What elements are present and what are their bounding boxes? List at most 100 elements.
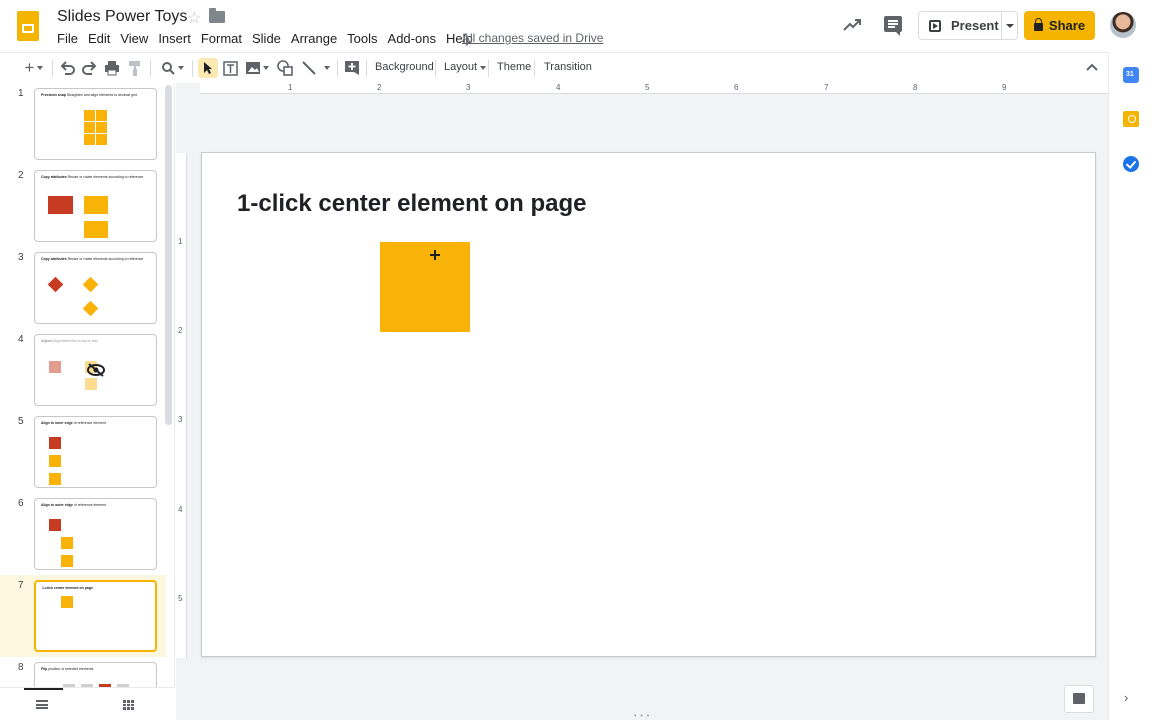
visibility-off-icon xyxy=(87,363,105,377)
ruler-label: 4 xyxy=(178,505,183,514)
present-dropdown-button[interactable] xyxy=(1001,11,1018,40)
shape-tool[interactable] xyxy=(276,58,294,78)
layout-label: Layout xyxy=(444,61,478,73)
ruler-label: 5 xyxy=(645,83,650,92)
menu-file[interactable]: File xyxy=(52,30,83,47)
slide-thumbnail-row-active[interactable]: 7 1-click center element on page xyxy=(0,575,166,657)
orange-square-shape[interactable] xyxy=(380,242,470,332)
line-icon xyxy=(302,61,316,75)
account-avatar[interactable] xyxy=(1110,12,1136,38)
slide-thumbnail-row[interactable]: 4 Adjust Align elements on top or rest xyxy=(0,329,166,411)
select-tool[interactable] xyxy=(198,58,218,78)
chevron-right-icon[interactable]: › xyxy=(1124,690,1128,705)
layout-button[interactable]: Layout xyxy=(444,61,487,73)
share-label: Share xyxy=(1048,18,1086,33)
line-tool[interactable] xyxy=(300,58,332,78)
slide-thumbnail-row[interactable]: 1 Precision snap Straighten and align el… xyxy=(0,83,166,165)
menu-insert[interactable]: Insert xyxy=(153,30,196,47)
new-slide-button[interactable]: + xyxy=(20,58,48,78)
slides-app: Slides Power Toys ☆ File Edit View Inser… xyxy=(0,0,1152,720)
ruler-label: 2 xyxy=(178,326,183,335)
transition-button[interactable]: Transition xyxy=(544,61,592,73)
insert-comment-button[interactable] xyxy=(343,58,361,78)
ruler-label: 1 xyxy=(288,83,293,92)
lock-icon xyxy=(1033,18,1043,31)
slide-thumbnail[interactable]: Copy attributes Resize or rotate element… xyxy=(34,252,157,324)
menu-arrange[interactable]: Arrange xyxy=(286,30,342,47)
ruler-label: 4 xyxy=(556,83,561,92)
slide-number: 1 xyxy=(18,88,24,99)
slide-thumbnail[interactable]: Copy attributes Resize or rotate element… xyxy=(34,170,157,242)
collapse-toolbar-icon[interactable] xyxy=(1085,58,1099,78)
theme-button[interactable]: Theme xyxy=(497,61,531,73)
plus-icon: + xyxy=(24,58,35,77)
grid-view-icon[interactable] xyxy=(123,700,134,710)
slides-logo-icon[interactable] xyxy=(17,11,39,41)
active-view-indicator xyxy=(24,688,63,690)
horizontal-ruler[interactable]: 1 2 3 4 5 6 7 8 9 xyxy=(200,83,1108,94)
ruler-label: 9 xyxy=(1002,83,1007,92)
vertical-ruler[interactable]: 1 2 3 4 5 xyxy=(176,153,187,658)
menu-edit[interactable]: Edit xyxy=(83,30,115,47)
filmstrip-view-switcher xyxy=(0,687,175,720)
slide-thumbnail-row[interactable]: 6 Align to outer edge of reference eleme… xyxy=(0,493,166,575)
slide-thumbnail[interactable]: Align to outer edge of reference element xyxy=(34,498,157,570)
redo-icon[interactable] xyxy=(81,58,99,78)
share-button[interactable]: Share xyxy=(1024,11,1095,40)
present-button[interactable]: Present xyxy=(918,11,1002,40)
slide-thumbnail-row[interactable]: 2 Copy attributes Resize or rotate eleme… xyxy=(0,165,166,247)
filmstrip: 1 Precision snap Straighten and align el… xyxy=(0,83,175,720)
save-status-link[interactable]: All changes saved in Drive xyxy=(462,31,603,45)
menu-tools[interactable]: Tools xyxy=(342,30,382,47)
slide-thumbnail[interactable]: Adjust Align elements on top or rest xyxy=(34,334,157,406)
menu-format[interactable]: Format xyxy=(196,30,247,47)
side-panel xyxy=(1108,52,1152,720)
ruler-label: 2 xyxy=(377,83,382,92)
slide-number: 2 xyxy=(18,170,24,181)
document-title[interactable]: Slides Power Toys xyxy=(57,8,187,26)
thumbnail-title: Align to inner edge of reference element xyxy=(41,421,106,425)
slide-thumbnail[interactable]: Align to inner edge of reference element xyxy=(34,416,157,488)
explore-button[interactable] xyxy=(1064,685,1094,713)
slide-thumbnail-selected[interactable]: 1-click center element on page xyxy=(34,580,157,652)
slide-thumbnail-row[interactable]: 3 Copy attributes Resize or rotate eleme… xyxy=(0,247,166,329)
keep-icon[interactable] xyxy=(1123,111,1139,127)
slide-canvas[interactable]: 1-click center element on page xyxy=(201,152,1096,657)
list-view-icon[interactable] xyxy=(36,700,48,709)
chevron-down-icon xyxy=(480,66,487,70)
activity-trend-icon[interactable] xyxy=(842,15,862,35)
tasks-icon[interactable] xyxy=(1123,156,1139,172)
menu-slide[interactable]: Slide xyxy=(247,30,286,47)
menu-add-ons[interactable]: Add-ons xyxy=(383,30,441,47)
undo-icon[interactable] xyxy=(58,58,76,78)
star-icon[interactable]: ☆ xyxy=(187,8,201,28)
insert-image-button[interactable] xyxy=(244,58,270,78)
toolbar: + Background Layout Theme Transition xyxy=(0,52,1108,82)
thumbnail-title: Precision snap Straighten and align elem… xyxy=(41,93,137,97)
chevron-down-icon xyxy=(262,66,269,70)
shapes-icon xyxy=(277,60,293,76)
resize-handle[interactable]: • • • xyxy=(634,713,650,720)
zoom-button[interactable] xyxy=(157,58,187,78)
filmstrip-scrollbar[interactable] xyxy=(165,85,172,425)
slide-number: 4 xyxy=(18,334,24,345)
slide-thumbnail[interactable]: Precision snap Straighten and align elem… xyxy=(34,88,157,160)
folder-icon[interactable] xyxy=(209,8,225,23)
add-comment-icon xyxy=(345,61,359,75)
ruler-label: 8 xyxy=(913,83,918,92)
slide-thumbnail-row[interactable]: 5 Align to inner edge of reference eleme… xyxy=(0,411,166,493)
move-cursor-icon xyxy=(430,250,440,260)
ruler-label: 6 xyxy=(734,83,739,92)
comments-icon[interactable] xyxy=(884,16,902,36)
text-box-icon xyxy=(222,60,238,76)
slide-number: 6 xyxy=(18,498,24,509)
background-button[interactable]: Background xyxy=(375,61,434,73)
calendar-icon[interactable] xyxy=(1123,67,1139,83)
zoom-icon xyxy=(161,62,175,75)
paint-format-icon[interactable] xyxy=(127,58,143,78)
text-box-tool[interactable] xyxy=(222,58,238,78)
menu-view[interactable]: View xyxy=(115,30,153,47)
print-icon[interactable] xyxy=(104,58,120,78)
slide-title[interactable]: 1-click center element on page xyxy=(237,190,586,218)
chevron-down-icon xyxy=(324,66,330,70)
